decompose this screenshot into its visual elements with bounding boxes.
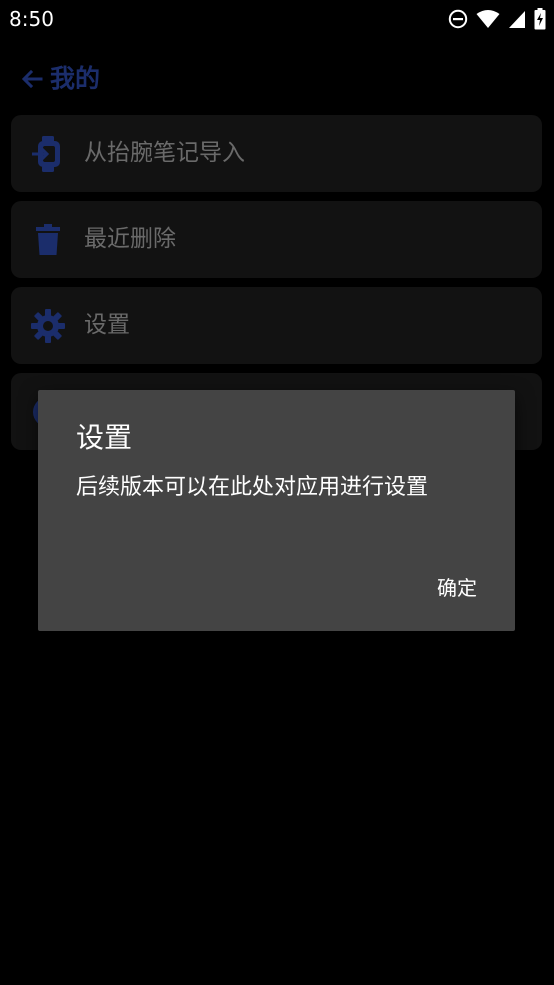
status-time: 8:50 bbox=[9, 7, 54, 31]
page-title: 我的 bbox=[50, 64, 101, 93]
watch-import-icon bbox=[29, 134, 67, 174]
app-header: 我的 bbox=[20, 60, 100, 98]
status-icons bbox=[448, 6, 546, 32]
dialog-title: 设置 bbox=[76, 421, 133, 454]
screen: 8:50 我的 从抬腕笔记导入 最近删除 设置 设置 后续版本可以在此处对应用进… bbox=[0, 0, 554, 985]
wifi-icon bbox=[476, 10, 500, 28]
menu-item-label: 从抬腕笔记导入 bbox=[84, 140, 245, 166]
menu-item-label: 设置 bbox=[84, 312, 130, 338]
menu-item-import[interactable]: 从抬腕笔记导入 bbox=[11, 115, 542, 192]
menu-item-label: 最近删除 bbox=[84, 226, 176, 252]
status-bar: 8:50 bbox=[0, 0, 554, 38]
menu-item-recently-deleted[interactable]: 最近删除 bbox=[11, 201, 542, 278]
dialog-message: 后续版本可以在此处对应用进行设置 bbox=[76, 475, 429, 500]
cell-signal-icon bbox=[509, 11, 525, 28]
gear-icon bbox=[29, 306, 67, 346]
trash-icon bbox=[29, 220, 67, 260]
do-not-disturb-icon bbox=[448, 9, 468, 29]
settings-dialog: 设置 后续版本可以在此处对应用进行设置 确定 bbox=[38, 390, 515, 631]
menu-item-settings[interactable]: 设置 bbox=[11, 287, 542, 364]
battery-charging-icon bbox=[534, 8, 546, 30]
ok-button[interactable]: 确定 bbox=[433, 570, 481, 606]
arrow-left-icon[interactable] bbox=[20, 67, 44, 91]
